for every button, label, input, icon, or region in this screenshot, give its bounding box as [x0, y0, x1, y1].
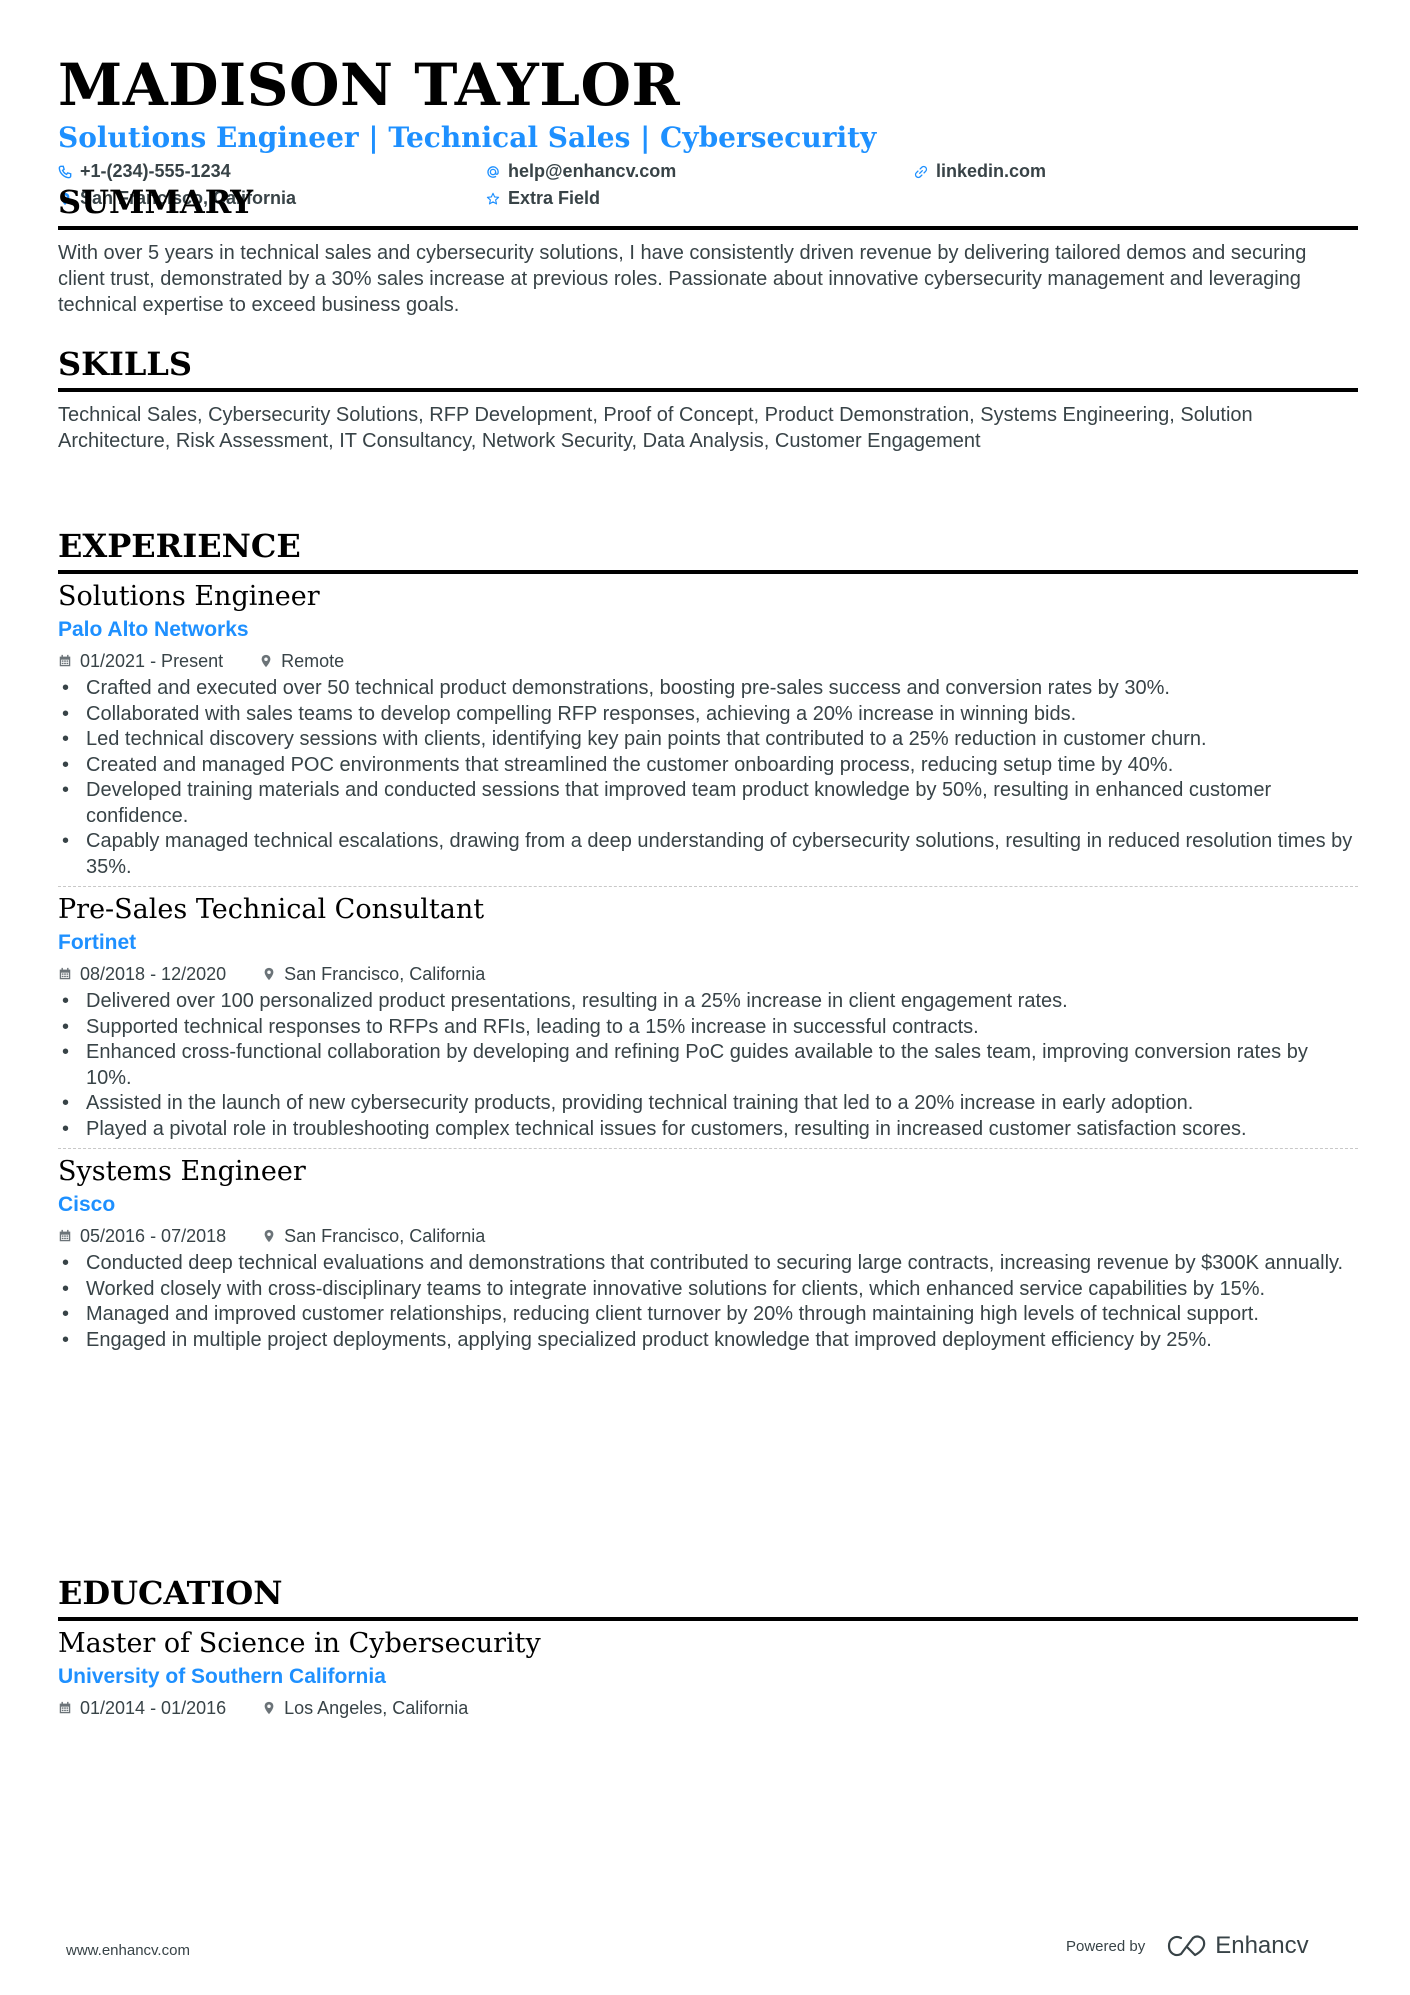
- bullet-item: Supported technical responses to RFPs an…: [62, 1015, 1358, 1041]
- location-pin-icon: [264, 1701, 274, 1715]
- section-divider: [58, 1617, 1358, 1621]
- experience-entry: Systems Engineer Cisco 05/2016 - 07/2018 Sa…: [58, 1155, 1358, 1353]
- skills-text: Technical Sales, Cybersecurity Solutions…: [58, 404, 1253, 452]
- linkedin-text: linkedin.com: [936, 161, 1047, 181]
- powered-by-label: Powered by: [1066, 1937, 1146, 1955]
- job-meta: 01/2021 - Present Remote: [58, 648, 1358, 674]
- enhancv-logo[interactable]: Enhancv: [1167, 1932, 1309, 1960]
- location-pin-icon: [264, 967, 274, 981]
- bullet-item: Developed training materials and conduct…: [62, 778, 1358, 829]
- enhancv-brand-text: Enhancv: [1215, 1932, 1309, 1959]
- education-meta: 01/2014 - 01/2016 Los Angeles, Californi…: [58, 1695, 1358, 1721]
- skills-section: SKILLS Technical Sales, Cybersecurity So…: [58, 344, 1358, 454]
- job-title: Pre-Sales Technical Consultant: [58, 894, 485, 925]
- candidate-headline: Solutions Engineer | Technical Sales | C…: [58, 121, 877, 154]
- bullet-item: Delivered over 100 personalized product …: [62, 989, 1358, 1015]
- experience-heading: EXPERIENCE: [58, 527, 301, 565]
- job-bullets: Crafted and executed over 50 technical p…: [58, 676, 1358, 880]
- job-meta: 08/2018 - 12/2020 San Francisco, Californ…: [58, 961, 1358, 987]
- phone-text: +1-(234)-555-1234: [80, 161, 231, 181]
- footer-website-link[interactable]: www.enhancv.com: [66, 1942, 190, 1959]
- at-icon: [487, 165, 499, 178]
- education-dates: 01/2014 - 01/2016: [80, 1698, 227, 1718]
- education-location: Los Angeles, California: [284, 1698, 469, 1718]
- footer-branding: Powered by Enhancv: [1066, 1932, 1309, 1960]
- job-dates: 08/2018 - 12/2020: [80, 964, 227, 984]
- company-name: Fortinet: [58, 931, 137, 954]
- phone-icon: [58, 165, 72, 178]
- job-title: Solutions Engineer: [58, 581, 320, 612]
- job-divider: [58, 1148, 1358, 1149]
- enhancv-logo-icon: [1168, 1935, 1206, 1957]
- experience-section: EXPERIENCE Solutions Engineer Palo Alto N…: [58, 526, 1358, 1353]
- bullet-item: Created and managed POC environments tha…: [62, 753, 1358, 779]
- section-divider: [58, 226, 1358, 230]
- summary-text: With over 5 years in technical sales and…: [58, 242, 1307, 316]
- bullet-item: Enhanced cross-functional collaboration …: [62, 1040, 1358, 1091]
- company-name: Cisco: [58, 1193, 116, 1216]
- bullet-item: Capably managed technical escalations, d…: [62, 829, 1358, 880]
- bullet-item: Collaborated with sales teams to develop…: [62, 702, 1358, 728]
- experience-entry: Solutions Engineer Palo Alto Networks 01/2…: [58, 580, 1358, 880]
- company-name: Palo Alto Networks: [58, 618, 249, 641]
- experience-list: Solutions Engineer Palo Alto Networks 01/2…: [58, 580, 1358, 1353]
- calendar-icon: [59, 1701, 71, 1714]
- job-location: Remote: [281, 651, 345, 671]
- calendar-icon: [59, 967, 71, 980]
- job-dates: 01/2021 - Present: [80, 651, 224, 671]
- link-icon: [914, 165, 928, 178]
- bullet-item: Crafted and executed over 50 technical p…: [62, 676, 1358, 702]
- job-bullets: Delivered over 100 personalized product …: [58, 989, 1358, 1142]
- experience-entry: Pre-Sales Technical Consultant Fortinet 08…: [58, 893, 1358, 1142]
- bullet-item: Managed and improved customer relationsh…: [62, 1302, 1358, 1328]
- school-name: University of Southern California: [58, 1665, 386, 1688]
- bullet-item: Conducted deep technical evaluations and…: [62, 1251, 1358, 1277]
- bullet-item: Worked closely with cross-disciplinary t…: [62, 1277, 1358, 1303]
- bullet-item: Engaged in multiple project deployments,…: [62, 1328, 1358, 1354]
- contact-email[interactable]: help@enhancv.com: [486, 160, 914, 183]
- contact-linkedin[interactable]: linkedin.com: [914, 160, 1214, 183]
- calendar-icon: [59, 654, 71, 667]
- location-pin-icon: [261, 654, 271, 668]
- contact-phone[interactable]: +1-(234)-555-1234: [58, 160, 486, 183]
- job-dates: 05/2016 - 07/2018: [80, 1226, 227, 1246]
- location-pin-icon: [264, 1229, 274, 1243]
- bullet-item: Led technical discovery sessions with cl…: [62, 727, 1358, 753]
- section-divider: [58, 388, 1358, 392]
- summary-heading: SUMMARY: [58, 183, 254, 221]
- degree-title: Master of Science in Cybersecurity: [58, 1628, 541, 1659]
- job-title: Systems Engineer: [58, 1156, 306, 1187]
- education-section: EDUCATION Master of Science in Cybersecu…: [58, 1573, 1358, 1721]
- job-bullets: Conducted deep technical evaluations and…: [58, 1251, 1358, 1353]
- bullet-item: Played a pivotal role in troubleshooting…: [62, 1117, 1358, 1143]
- summary-section: SUMMARY With over 5 years in technical s…: [58, 182, 1358, 318]
- job-meta: 05/2016 - 07/2018 San Francisco, Californ…: [58, 1223, 1358, 1249]
- email-text: help@enhancv.com: [508, 161, 677, 181]
- job-location: San Francisco, California: [284, 1226, 486, 1246]
- skills-heading: SKILLS: [58, 345, 192, 383]
- job-location: San Francisco, California: [284, 964, 486, 984]
- education-heading: EDUCATION: [58, 1574, 283, 1612]
- candidate-name: MADISON TAYLOR: [58, 51, 681, 119]
- section-divider: [58, 570, 1358, 574]
- calendar-icon: [59, 1229, 71, 1242]
- bullet-item: Assisted in the launch of new cybersecur…: [62, 1091, 1358, 1117]
- job-divider: [58, 886, 1358, 887]
